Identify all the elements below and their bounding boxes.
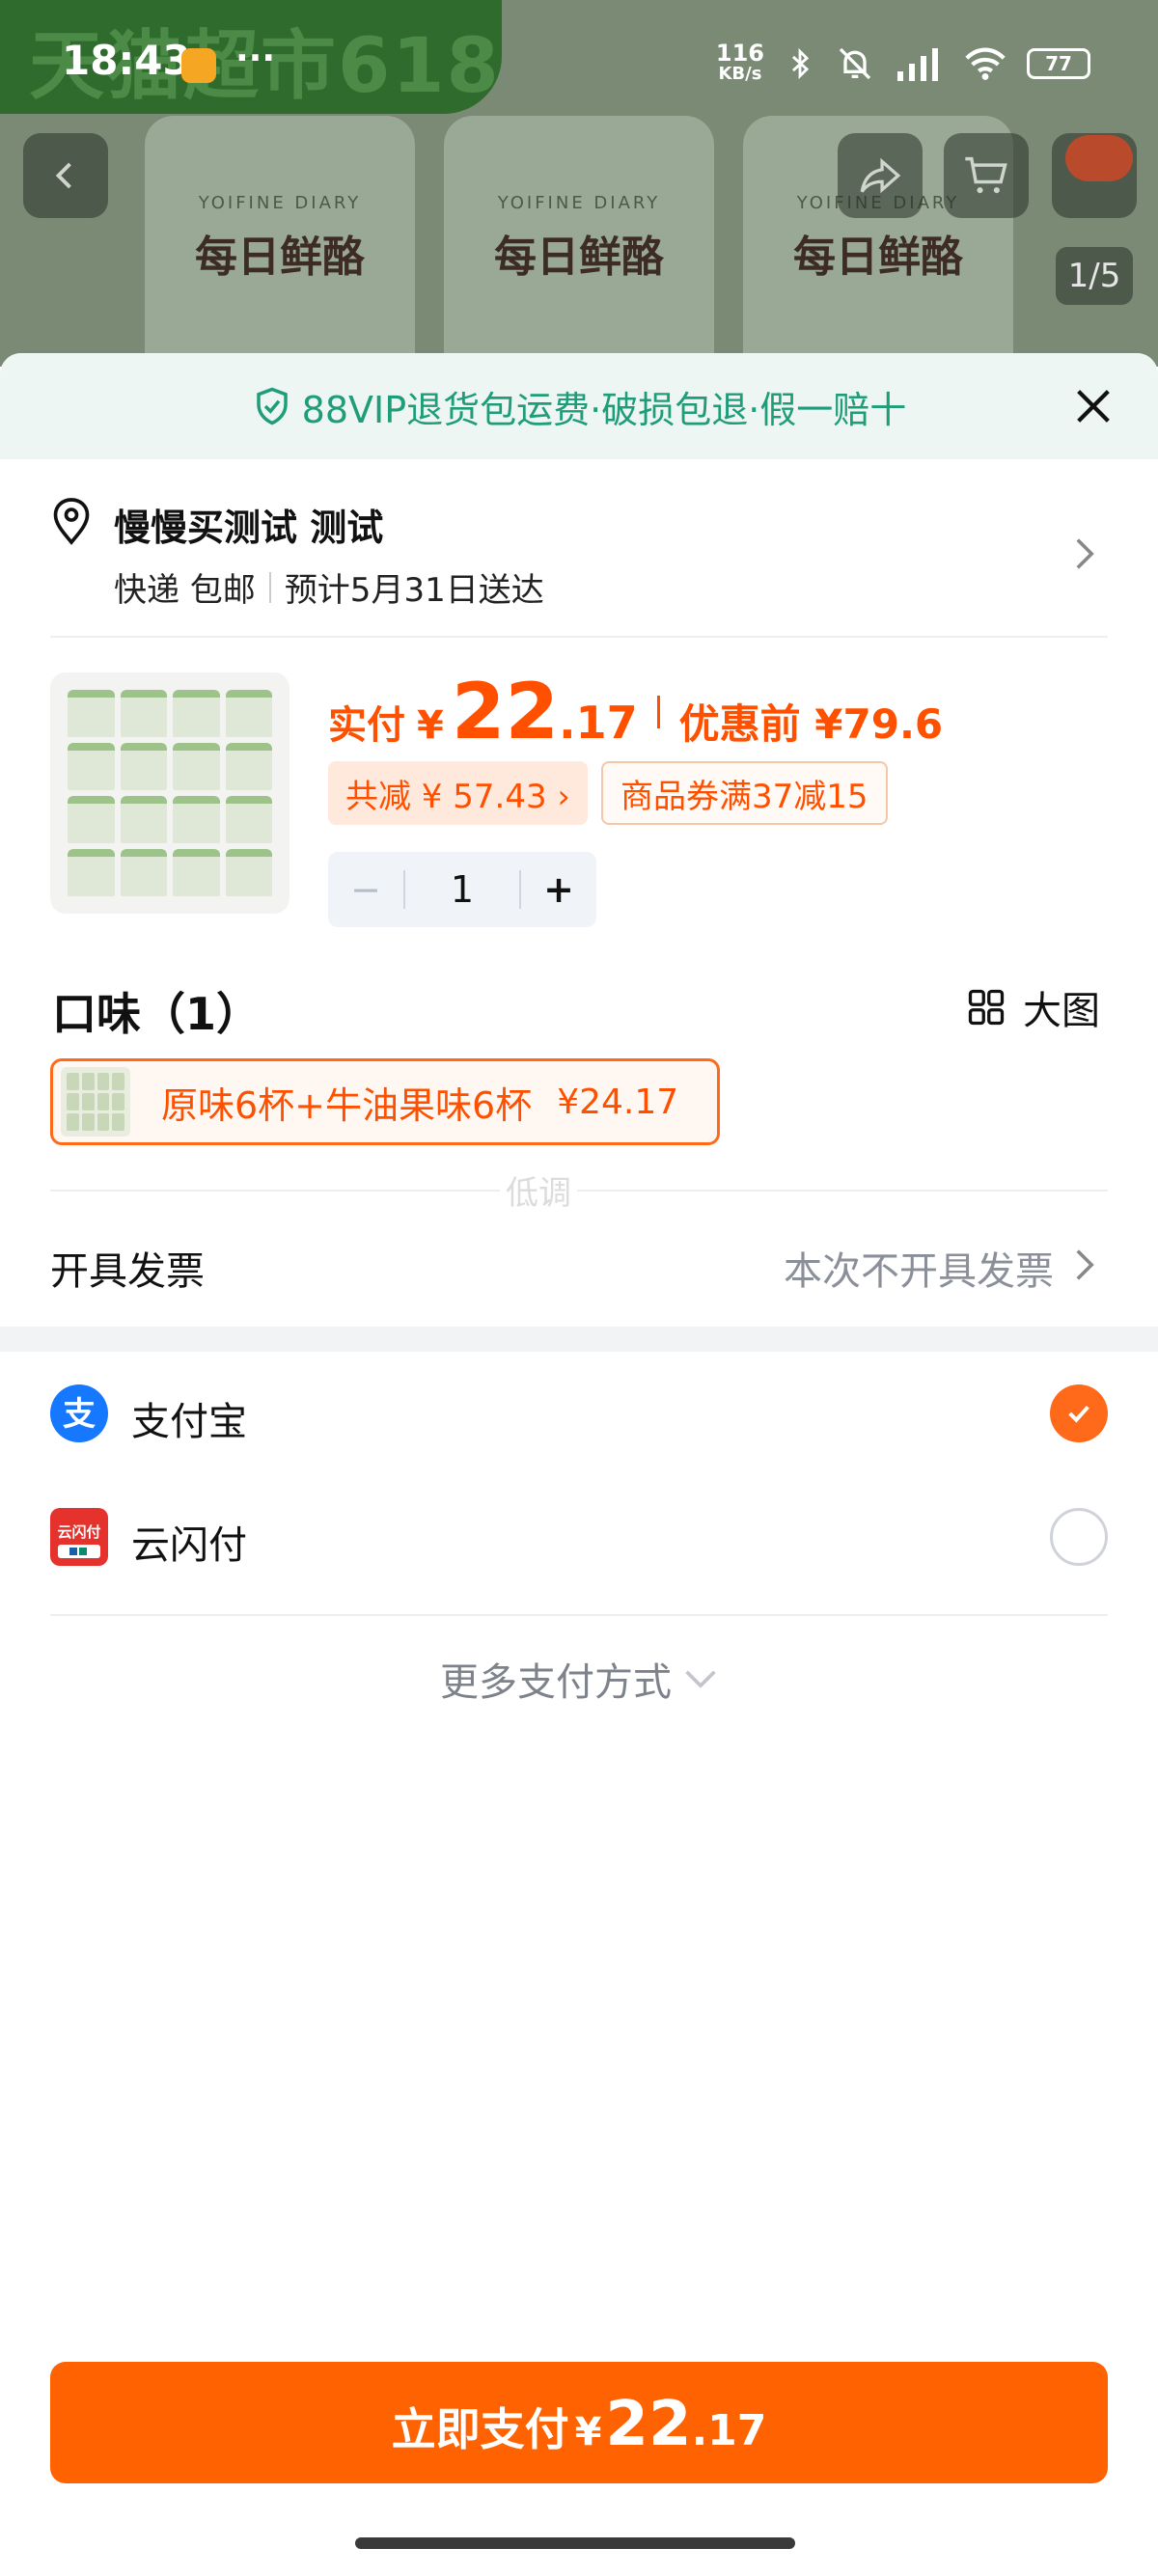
divider — [656, 695, 660, 728]
increase-button[interactable]: + — [521, 868, 596, 911]
invoice-label: 开具发票 — [50, 1249, 205, 1294]
pay-currency: ¥ — [574, 2410, 602, 2454]
total-discount-chip[interactable]: 共减 ¥ 57.43 › — [328, 761, 588, 825]
net-speed-value: 116 — [715, 40, 764, 67]
divider — [268, 571, 271, 603]
battery-icon: 77 — [1027, 48, 1090, 79]
price-integer: 22 — [451, 667, 560, 756]
location-pin-icon — [53, 498, 90, 545]
status-time: 18:43 — [62, 37, 191, 84]
message-badge — [1065, 135, 1133, 181]
alipay-icon: 支 — [50, 1384, 108, 1442]
price-decimal: .17 — [559, 697, 638, 749]
delivery-method: 快递 包邮 — [114, 571, 256, 610]
grid-view-icon — [968, 989, 1005, 1026]
chevron-right-icon — [1076, 538, 1094, 569]
check-icon — [1068, 1405, 1089, 1423]
flavor-option-price: ¥24.17 — [557, 1082, 679, 1122]
price-line: 实付 ¥ 22 .17 优惠前 ¥79.6 — [328, 667, 943, 756]
section-gap — [0, 1327, 1158, 1352]
product-cup: YOIFINE DIARY 每日鲜酪 — [444, 116, 714, 367]
coupon-chip: 商品券满37减15 — [601, 761, 888, 825]
pay-amount-integer: 22 — [605, 2389, 692, 2460]
brand-en-text: YOIFINE DIARY — [497, 193, 661, 213]
divider: 低调 — [50, 1145, 1108, 1214]
radio-selected[interactable] — [1050, 1384, 1108, 1442]
brand-cn-text: 每日鲜酪 — [195, 233, 365, 282]
cart-button[interactable] — [944, 133, 1029, 218]
payment-option-alipay[interactable]: 支 支付宝 — [50, 1352, 1108, 1475]
payment-name: 支付宝 — [131, 1400, 247, 1444]
wifi-icon — [965, 47, 1006, 80]
brand-cn-text: 每日鲜酪 — [494, 233, 664, 282]
big-image-label: 大图 — [1023, 989, 1100, 1033]
svg-text:支: 支 — [63, 1395, 96, 1434]
chevron-right-icon — [1076, 1249, 1094, 1280]
more-notifications-icon: ··· — [235, 39, 276, 78]
invoice-value: 本次不开具发票 — [784, 1249, 1054, 1294]
bluetooth-icon — [791, 47, 810, 80]
pay-now-button[interactable]: 立即支付 ¥ 22 .17 — [50, 2362, 1108, 2483]
flavor-option-text: 原味6杯+牛油果味6杯 — [161, 1083, 533, 1127]
net-speed: 116 KB/s — [715, 40, 764, 85]
divider-line — [50, 1190, 1108, 1192]
mute-bell-icon — [839, 47, 871, 80]
svg-text:云闪付: 云闪付 — [57, 1523, 100, 1541]
shield-check-icon — [256, 387, 288, 425]
delivery-info: 快递 包邮 预计5月31日送达 — [114, 563, 544, 611]
share-button[interactable] — [838, 133, 923, 218]
product-cup: YOIFINE DIARY 每日鲜酪 — [145, 116, 415, 367]
payment-name: 云闪付 — [131, 1523, 247, 1568]
brand-en-text: YOIFINE DIARY — [198, 193, 362, 213]
home-indicator[interactable] — [355, 2537, 795, 2549]
share-icon — [860, 157, 901, 194]
checkout-sheet: 88VIP退货包运费·破损包退·假一赔十 慢慢买测试 测试 快递 包邮 预计5月… — [0, 353, 1158, 2576]
decrease-button[interactable]: − — [328, 868, 403, 911]
cart-icon — [965, 156, 1007, 194]
image-counter: 1/5 — [1056, 247, 1133, 305]
vip-notice-bar: 88VIP退货包运费·破损包退·假一赔十 — [0, 353, 1158, 459]
product-summary: 实付 ¥ 22 .17 优惠前 ¥79.6 共减 ¥ 57.43 › 商品券满3… — [50, 638, 1108, 956]
vip-notice-text: 88VIP退货包运费·破损包退·假一赔十 — [301, 388, 907, 431]
currency-symbol: ¥ — [417, 703, 444, 748]
quantity-stepper: − 1 + — [328, 852, 596, 927]
recipient-name: 慢慢买测试 测试 — [114, 507, 384, 549]
pay-now-label: 立即支付 — [391, 2403, 569, 2455]
product-thumbnail — [50, 672, 290, 914]
radio-unselected[interactable] — [1050, 1508, 1108, 1566]
status-bar: 18:43 ··· 116 KB/s 77 — [0, 0, 1158, 125]
payment-option-unionpay[interactable]: 云闪付 云闪付 — [50, 1475, 1108, 1599]
paid-label: 实付 — [328, 703, 405, 748]
more-payment-methods[interactable]: 更多支付方式 — [0, 1616, 1158, 1741]
flavor-option-selected[interactable]: 原味6杯+牛油果味6杯 ¥24.17 — [50, 1058, 720, 1145]
close-icon[interactable] — [1071, 384, 1116, 428]
unionpay-icon: 云闪付 — [50, 1508, 108, 1566]
address-row[interactable]: 慢慢买测试 测试 快递 包邮 预计5月31日送达 — [50, 459, 1108, 638]
big-image-toggle[interactable]: 大图 — [965, 979, 1100, 1035]
app-notification-icon — [181, 48, 216, 83]
brand-cn-text: 每日鲜酪 — [793, 233, 963, 282]
original-price: 优惠前 ¥79.6 — [678, 700, 944, 748]
flavor-header: 口味（1） 大图 — [50, 956, 1108, 1058]
more-payment-label: 更多支付方式 — [440, 1660, 672, 1705]
status-icons: 116 KB/s 77 — [715, 40, 1090, 85]
quantity-value[interactable]: 1 — [403, 870, 521, 909]
pay-amount-decimal: .17 — [691, 2406, 767, 2455]
watermark-text: 低调 — [500, 1166, 577, 1214]
invoice-row[interactable]: 开具发票 本次不开具发票 — [50, 1213, 1108, 1327]
discount-chips: 共减 ¥ 57.43 › 商品券满37减15 — [328, 761, 888, 825]
signal-icon — [897, 48, 938, 81]
back-button[interactable] — [23, 133, 108, 218]
net-speed-unit: KB/s — [718, 64, 762, 84]
chevron-down-icon — [685, 1670, 716, 1688]
chevron-left-icon — [55, 162, 71, 189]
flavor-title: 口味（1） — [52, 988, 262, 1040]
delivery-eta: 预计5月31日送达 — [284, 571, 544, 610]
flavor-option-thumbnail — [61, 1067, 130, 1137]
